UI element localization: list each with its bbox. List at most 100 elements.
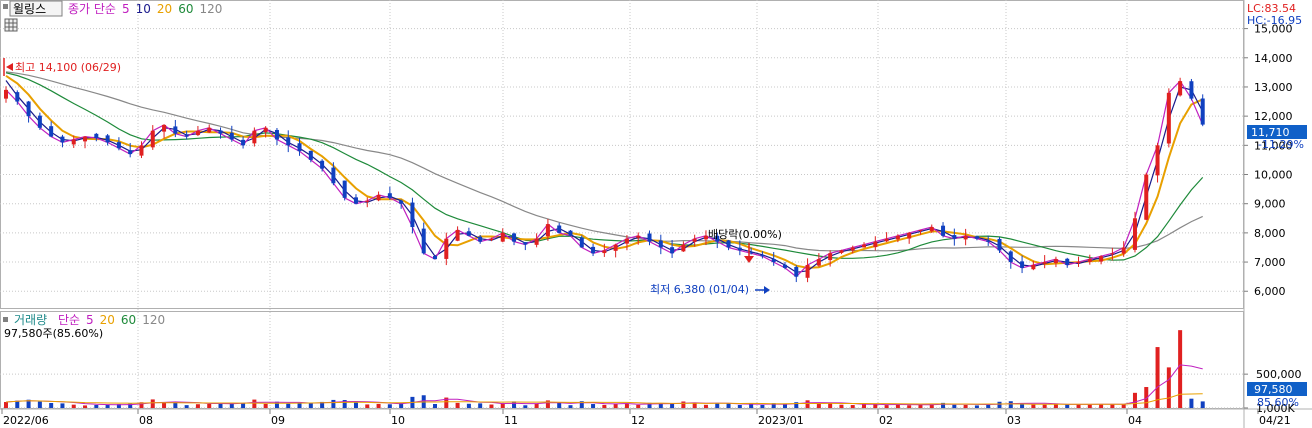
volume-bar xyxy=(591,404,596,408)
volume-bar xyxy=(907,405,912,408)
candle-body xyxy=(71,139,76,145)
candle-body xyxy=(184,135,189,137)
candle-body xyxy=(963,235,968,240)
candle-body xyxy=(974,236,979,239)
volume-bar xyxy=(534,403,539,408)
symbol-label[interactable]: 윌링스 xyxy=(13,2,46,16)
candle-body xyxy=(670,247,675,254)
candle-body xyxy=(139,145,144,156)
candle-body xyxy=(534,238,539,245)
candle-body xyxy=(241,139,246,146)
volume-bar xyxy=(60,403,65,408)
candle-body xyxy=(907,232,912,239)
volume-bar xyxy=(839,404,844,408)
candle-body xyxy=(252,130,257,144)
candle-body xyxy=(399,200,404,204)
volume-ma-period-60: 60 xyxy=(121,313,136,327)
volume-bar xyxy=(1178,330,1183,408)
volume-bar xyxy=(986,404,991,408)
candle-body xyxy=(150,130,155,148)
candle-body xyxy=(1087,259,1092,262)
volume-bar xyxy=(286,403,291,408)
price-tick-label: 13,000 xyxy=(1254,81,1293,94)
volume-bar xyxy=(150,399,155,408)
candle-body xyxy=(794,266,799,277)
ma-period-60: 60 xyxy=(178,2,193,16)
volume-bar xyxy=(263,403,268,408)
price-tick-label: 12,000 xyxy=(1254,110,1293,123)
volume-bar xyxy=(184,405,189,408)
volume-bar xyxy=(816,404,821,408)
volume-bar xyxy=(805,400,810,408)
price-ma-legend: 5 10 20 60 120 xyxy=(122,2,222,16)
candle-body xyxy=(895,235,900,240)
candle-body xyxy=(1121,247,1126,254)
volume-bar xyxy=(105,404,110,408)
candle-body xyxy=(478,236,483,242)
grid-toggle-icon[interactable] xyxy=(4,18,18,32)
volume-bar xyxy=(828,403,833,408)
candle-body xyxy=(997,238,1002,251)
candle-body xyxy=(873,241,878,248)
volume-tick-label: 500,000 xyxy=(1256,368,1302,381)
volume-bar xyxy=(850,405,855,408)
x-tick-label: 10 xyxy=(391,414,405,427)
x-tick-label: 04/21 xyxy=(1259,414,1291,427)
candle-body xyxy=(1144,174,1149,220)
price-tick-label: 10,000 xyxy=(1254,169,1293,182)
x-tick-label: 11 xyxy=(504,414,518,427)
candle-body xyxy=(15,92,20,102)
candle-body xyxy=(274,129,279,140)
volume-bar xyxy=(624,403,629,408)
volume-bar xyxy=(602,404,607,408)
volume-bar xyxy=(376,403,381,408)
volume-bar xyxy=(1132,392,1137,408)
candle-body xyxy=(647,233,652,242)
volume-bar xyxy=(466,403,471,408)
volume-bar xyxy=(1087,404,1092,408)
panel-toggle-icon[interactable] xyxy=(3,4,8,9)
volume-toggle-icon[interactable] xyxy=(3,317,8,322)
candle-body xyxy=(545,224,550,237)
volume-bar xyxy=(1189,398,1194,408)
candle-body xyxy=(83,136,88,142)
candle-body xyxy=(173,126,178,134)
hc-label: HC:-16.95 xyxy=(1247,14,1302,27)
volume-bar xyxy=(636,404,641,408)
candle-body xyxy=(737,247,742,251)
candle-body xyxy=(1042,262,1047,264)
volume-bar xyxy=(455,402,460,408)
candle-body xyxy=(94,133,99,139)
volume-bar xyxy=(308,402,313,408)
candle-body xyxy=(342,180,347,198)
x-tick-label: 04 xyxy=(1128,414,1142,427)
candle-body xyxy=(387,193,392,198)
volume-bar xyxy=(613,404,618,408)
price-tick-label: 7,000 xyxy=(1254,256,1286,269)
candle-body xyxy=(782,264,787,268)
price-tick-label: 14,000 xyxy=(1254,52,1293,65)
candle-body xyxy=(1200,98,1205,125)
candle-body xyxy=(489,238,494,240)
volume-bar xyxy=(387,404,392,408)
volume-bar xyxy=(252,399,257,408)
candle-body xyxy=(523,242,528,245)
volume-title: 거래량 xyxy=(14,313,47,327)
candle-body xyxy=(1008,251,1013,263)
volume-bar xyxy=(1008,401,1013,408)
candle-body xyxy=(726,240,731,248)
candle-body xyxy=(353,197,358,204)
candle-body xyxy=(4,89,8,99)
candle-body xyxy=(1166,92,1171,144)
candle-body xyxy=(557,225,562,233)
candle-body xyxy=(1053,259,1058,264)
volume-bar xyxy=(963,404,968,408)
candle-body xyxy=(636,235,641,238)
candle-body xyxy=(26,101,31,117)
candle-body xyxy=(1132,218,1137,250)
candle-body xyxy=(591,246,596,254)
volume-bar xyxy=(760,404,765,408)
candle-body xyxy=(105,135,110,143)
volume-ma-period-120: 120 xyxy=(142,313,165,327)
volume-bar xyxy=(703,404,708,408)
